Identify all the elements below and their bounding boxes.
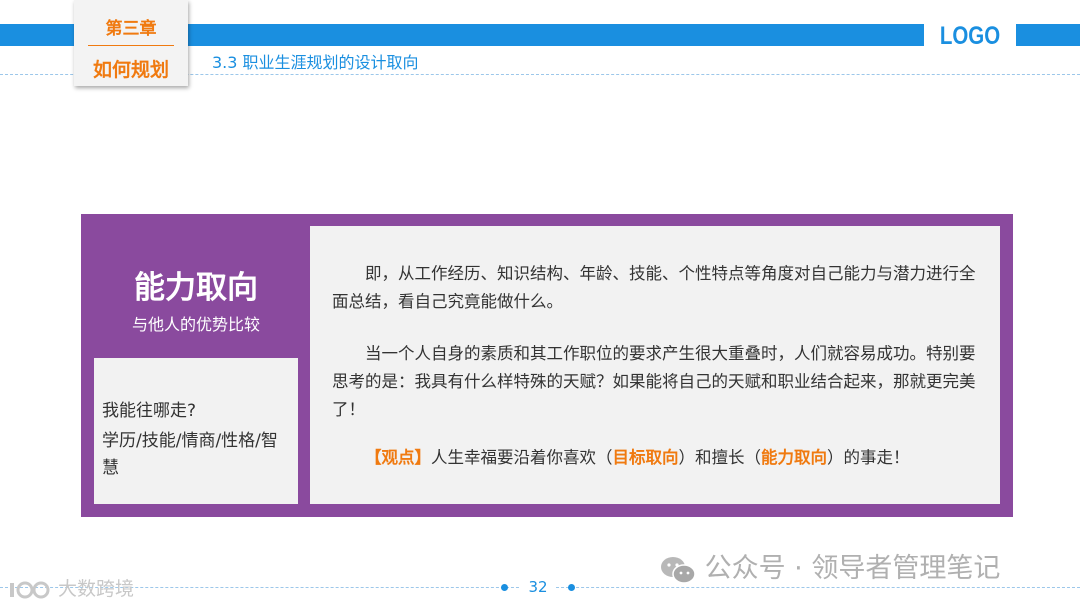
viewpoint-highlight-1: 目标取向 bbox=[612, 448, 679, 467]
logo: LOGO bbox=[939, 22, 1001, 50]
watermark-left-text: 大数跨境 bbox=[58, 578, 135, 600]
side-question: 我能往哪走? bbox=[102, 401, 197, 421]
panel-subheading: 与他人的优势比较 bbox=[131, 315, 260, 334]
paragraph-1: 即，从工作经历、知识结构、年龄、技能、个性特点等角度对自己能力与潜力进行全面总结… bbox=[332, 264, 976, 311]
watermark-right: 公众号 · 领导者管理笔记 bbox=[660, 546, 1000, 585]
viewpoint-text-1: 人生幸福要沿着你喜欢（ bbox=[431, 448, 613, 467]
paragraph-3: 【观点】人生幸福要沿着你喜欢（目标取向）和擅长（能力取向）的事走！ bbox=[332, 444, 978, 472]
section-title: 3.3 职业生涯规划的设计取向 bbox=[212, 53, 419, 72]
page-number: 32 bbox=[520, 576, 556, 598]
chapter-title: 如何规划 bbox=[92, 59, 169, 81]
chapter-divider bbox=[88, 45, 174, 46]
header-bar-right bbox=[1016, 24, 1080, 46]
brand-mark-icon bbox=[10, 581, 50, 598]
side-box: 我能往哪走? 学历/技能/情商/性格/智慧 bbox=[94, 358, 298, 504]
wechat-icon bbox=[661, 556, 696, 584]
paragraph-2: 当一个人自身的素质和其工作职位的要求产生很大重叠时，人们就容易成功。特别要思考的… bbox=[332, 344, 976, 419]
viewpoint-tag: 【观点】 bbox=[365, 448, 431, 467]
viewpoint-text-3: ）的事走！ bbox=[827, 448, 910, 467]
panel-heading: 能力取向 bbox=[134, 270, 258, 306]
watermark-left: 大数跨境 bbox=[8, 574, 134, 601]
viewpoint-highlight-2: 能力取向 bbox=[761, 448, 827, 467]
footer-dot-right bbox=[568, 584, 575, 591]
footer-dot-left bbox=[501, 584, 508, 591]
viewpoint-text-2: ）和擅长（ bbox=[678, 448, 762, 467]
side-items: 学历/技能/情商/性格/智慧 bbox=[102, 431, 278, 478]
watermark-right-text: 公众号 · 领导者管理笔记 bbox=[704, 553, 1001, 584]
chapter-number: 第三章 bbox=[105, 19, 157, 39]
text-box: 即，从工作经历、知识结构、年龄、技能、个性特点等角度对自己能力与潜力进行全面总结… bbox=[310, 226, 1000, 504]
chapter-tab: 第三章 如何规划 bbox=[74, 0, 188, 86]
